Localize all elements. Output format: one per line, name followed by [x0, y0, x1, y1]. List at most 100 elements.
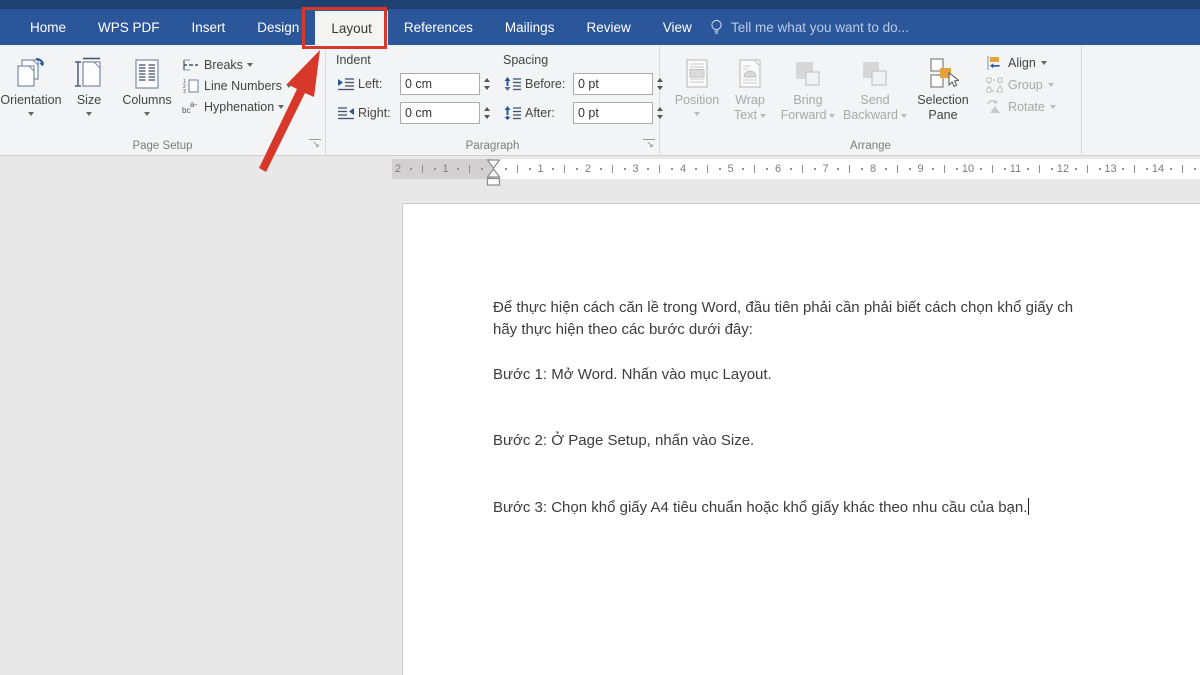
wrap-text-button[interactable]: WrapText: [724, 51, 776, 135]
group-button[interactable]: Group: [986, 77, 1056, 93]
ruler-number: 3: [632, 159, 638, 179]
indent-left-label: Left:: [358, 77, 400, 91]
columns-label: Columns: [122, 93, 171, 108]
ruler-half-tick: [897, 165, 898, 173]
ruler-quarter-dot: [1027, 168, 1029, 170]
document-text: Để thực hiện cách căn lề trong Word, đầu…: [403, 204, 1200, 519]
spacing-after-field[interactable]: 0 pt: [573, 102, 653, 124]
chevron-down-icon: [286, 84, 292, 88]
indent-markers[interactable]: [486, 159, 501, 192]
ruler-half-tick: [1182, 165, 1183, 173]
ruler-number: 11: [1010, 159, 1021, 179]
ruler-quarter-dot: [529, 168, 531, 170]
svg-text:3: 3: [183, 89, 186, 94]
ruler-half-tick: [1134, 165, 1135, 173]
chevron-down-icon: [144, 112, 150, 116]
chevron-down-icon: [28, 112, 34, 116]
ruler-quarter-dot: [790, 168, 792, 170]
chevron-down-icon: [247, 63, 253, 67]
paragraph-step2: Bước 2: Ở Page Setup, nhấn vào Size.: [493, 430, 1200, 452]
tell-me-label: Tell me what you want to do...: [731, 20, 909, 35]
ruler-number: 2: [585, 159, 591, 179]
indent-right-field[interactable]: 0 cm: [400, 102, 480, 124]
ruler-half-tick: [802, 165, 803, 173]
ruler-half-tick: [707, 165, 708, 173]
ribbon-empty-area: [1082, 45, 1200, 155]
indent-right-label: Right:: [358, 106, 400, 120]
ruler-number: 4: [680, 159, 686, 179]
send-backward-label: SendBackward: [843, 93, 907, 123]
align-icon: [986, 55, 1003, 71]
paragraph-line: Để thực hiện cách căn lề trong Word, đầu…: [493, 297, 1200, 319]
ruler-quarter-dot: [457, 168, 459, 170]
group-paragraph: Indent Left: 0 cm Right: 0 cm: [326, 45, 660, 155]
ruler-quarter-dot: [837, 168, 839, 170]
ruler-quarter-dot: [624, 168, 626, 170]
size-button[interactable]: Size: [60, 51, 118, 135]
rotate-button[interactable]: Rotate: [986, 99, 1056, 115]
tell-me-box[interactable]: Tell me what you want to do...: [710, 9, 909, 45]
ruler-quarter-dot: [481, 168, 483, 170]
position-button[interactable]: Position: [670, 51, 724, 135]
ruler-quarter-dot: [861, 168, 863, 170]
chevron-down-icon: [694, 112, 700, 116]
position-icon: [684, 55, 710, 93]
tab-wps-pdf[interactable]: WPS PDF: [82, 9, 176, 45]
ruler-half-tick: [612, 165, 613, 173]
selection-pane-button[interactable]: SelectionPane: [910, 51, 976, 135]
ruler-quarter-dot: [505, 168, 507, 170]
indent-header: Indent: [336, 53, 493, 67]
ribbon: Orientation Size Columns Breaks: [0, 45, 1200, 156]
indent-right-spinner[interactable]: [480, 102, 493, 124]
ruler-quarter-dot: [1170, 168, 1172, 170]
orientation-button[interactable]: Orientation: [2, 51, 60, 135]
bring-forward-button[interactable]: BringForward: [776, 51, 840, 135]
tab-view[interactable]: View: [647, 9, 708, 45]
align-button[interactable]: Align: [986, 55, 1056, 71]
tab-insert[interactable]: Insert: [176, 9, 242, 45]
indent-left-spinner[interactable]: [480, 73, 493, 95]
bring-forward-icon: [793, 55, 823, 93]
tab-review[interactable]: Review: [570, 9, 646, 45]
ruler-quarter-dot: [719, 168, 721, 170]
page-setup-small-buttons: Breaks 123 Line Numbers bca- Hyphenation: [176, 51, 292, 135]
ruler-number: 7: [822, 159, 828, 179]
send-backward-button[interactable]: SendBackward: [840, 51, 910, 135]
paragraph-line: hãy thực hiện theo các bước dưới đây:: [493, 319, 1200, 341]
document-page[interactable]: Để thực hiện cách căn lề trong Word, đầu…: [402, 203, 1200, 675]
tab-references[interactable]: References: [388, 9, 489, 45]
tab-mailings[interactable]: Mailings: [489, 9, 571, 45]
ruler-number: 14: [1152, 159, 1164, 179]
spacing-before-icon: [503, 76, 523, 92]
spacing-before-field[interactable]: 0 pt: [573, 73, 653, 95]
tab-home[interactable]: Home: [14, 9, 82, 45]
rotate-icon: [986, 99, 1003, 115]
page-setup-dialog-launcher[interactable]: ↘: [309, 139, 321, 151]
breaks-button[interactable]: Breaks: [182, 57, 292, 73]
hyphenation-button[interactable]: bca- Hyphenation: [182, 99, 292, 115]
ruler-quarter-dot: [980, 168, 982, 170]
orientation-icon: [14, 55, 48, 93]
ruler-half-tick: [517, 165, 518, 173]
columns-button[interactable]: Columns: [118, 51, 176, 135]
paragraph-dialog-launcher[interactable]: ↘: [643, 139, 655, 151]
spacing-before-label: Before:: [525, 77, 573, 91]
breaks-label: Breaks: [204, 58, 243, 72]
horizontal-ruler[interactable]: 21123456789101112131415: [392, 159, 1200, 179]
line-numbers-button[interactable]: 123 Line Numbers: [182, 78, 292, 94]
ruler-number: 6: [775, 159, 781, 179]
size-label: Size: [77, 93, 101, 108]
columns-icon: [132, 55, 162, 93]
indent-right-icon: [336, 105, 356, 121]
ruler-quarter-dot: [909, 168, 911, 170]
wrap-text-label: WrapText: [734, 93, 766, 123]
indent-left-field[interactable]: 0 cm: [400, 73, 480, 95]
document-workspace: 21123456789101112131415 Để thực hiện các…: [0, 156, 1200, 675]
send-backward-icon: [860, 55, 890, 93]
red-highlight-box: [302, 7, 387, 49]
rotate-label: Rotate: [1008, 100, 1045, 114]
lightbulb-icon: [710, 19, 723, 36]
ruler-quarter-dot: [1194, 168, 1196, 170]
hanging-indent-marker: [488, 169, 500, 177]
ruler-number: 10: [962, 159, 974, 179]
